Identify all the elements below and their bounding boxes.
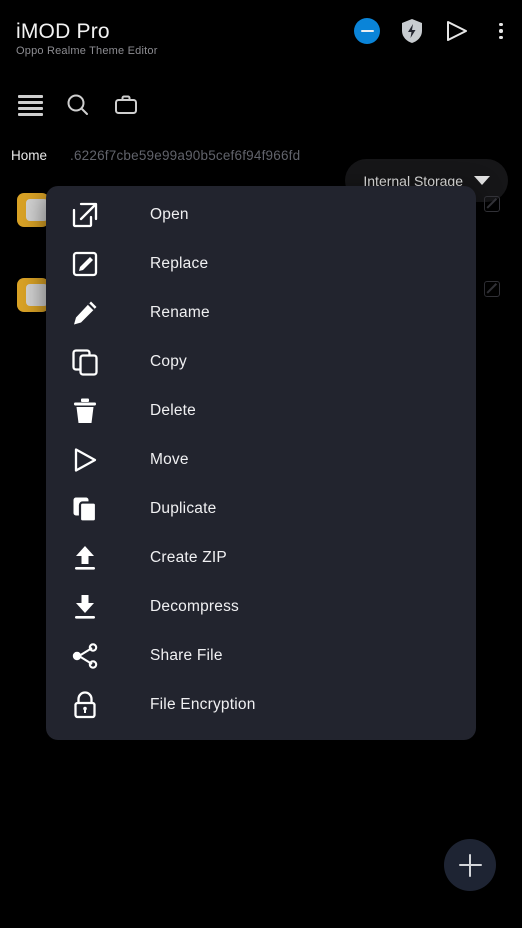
edit-icon[interactable]: [484, 196, 500, 212]
menu-item-create-zip[interactable]: Create ZIP: [46, 533, 476, 582]
copy-icon: [68, 345, 102, 379]
menu-item-label: Create ZIP: [150, 548, 227, 566]
app-root: iMOD Pro Oppo Realme Theme Editor Intern…: [0, 0, 522, 928]
menu-item-label: Share File: [150, 646, 223, 664]
context-menu: Open Replace Rename Copy Delete Move Dup…: [46, 186, 476, 740]
upload-arrow-icon: [68, 541, 102, 575]
menu-item-duplicate[interactable]: Duplicate: [46, 484, 476, 533]
menu-item-label: File Encryption: [150, 695, 256, 713]
menu-item-move[interactable]: Move: [46, 435, 476, 484]
menu-item-label: Move: [150, 450, 189, 468]
open-external-icon: [68, 198, 102, 232]
download-arrow-icon: [68, 590, 102, 624]
minus-circle-icon[interactable]: [354, 18, 380, 44]
plus-icon-vertical: [468, 853, 472, 877]
menu-item-replace[interactable]: Replace: [46, 239, 476, 288]
toolbar: Internal Storage: [0, 78, 522, 202]
breadcrumb: Home .6226f7cbe59e99a90b5cef6f94f966fd: [0, 142, 522, 168]
trash-icon: [68, 394, 102, 428]
folder-icon: [17, 193, 49, 227]
menu-item-label: Rename: [150, 303, 210, 321]
app-subtitle: Oppo Realme Theme Editor: [16, 45, 158, 57]
menu-item-copy[interactable]: Copy: [46, 337, 476, 386]
breadcrumb-home[interactable]: Home: [11, 148, 47, 163]
menu-item-label: Replace: [150, 254, 209, 272]
box-pencil-icon: [68, 247, 102, 281]
menu-item-delete[interactable]: Delete: [46, 386, 476, 435]
add-button[interactable]: [444, 839, 496, 891]
duplicate-icon: [68, 492, 102, 526]
header-actions: [354, 18, 512, 44]
breadcrumb-path[interactable]: .6226f7cbe59e99a90b5cef6f94f966fd: [70, 148, 300, 163]
menu-item-label: Decompress: [150, 597, 239, 615]
app-header: iMOD Pro Oppo Realme Theme Editor: [0, 0, 522, 78]
page-title: iMOD Pro: [16, 20, 110, 43]
pencil-icon: [68, 296, 102, 330]
menu-item-rename[interactable]: Rename: [46, 288, 476, 337]
folder-icon: [17, 278, 49, 312]
menu-item-label: Open: [150, 205, 189, 223]
stacked-lines-icon[interactable]: [14, 90, 46, 120]
toolbar-left-actions: [14, 90, 142, 120]
menu-item-label: Duplicate: [150, 499, 217, 517]
lock-icon: [68, 688, 102, 722]
play-icon[interactable]: [444, 19, 470, 43]
menu-item-open[interactable]: Open: [46, 190, 476, 239]
menu-item-label: Delete: [150, 401, 197, 419]
kebab-menu-icon[interactable]: [490, 18, 512, 44]
menu-item-label: Copy: [150, 352, 187, 370]
share-nodes-icon: [68, 639, 102, 673]
menu-item-file-encryption[interactable]: File Encryption: [46, 680, 476, 729]
menu-item-share-file[interactable]: Share File: [46, 631, 476, 680]
briefcase-icon[interactable]: [110, 90, 142, 120]
edit-icon[interactable]: [484, 281, 500, 297]
play-triangle-icon: [68, 443, 102, 477]
menu-item-decompress[interactable]: Decompress: [46, 582, 476, 631]
search-icon[interactable]: [62, 90, 94, 120]
shield-bolt-icon[interactable]: [400, 18, 424, 44]
